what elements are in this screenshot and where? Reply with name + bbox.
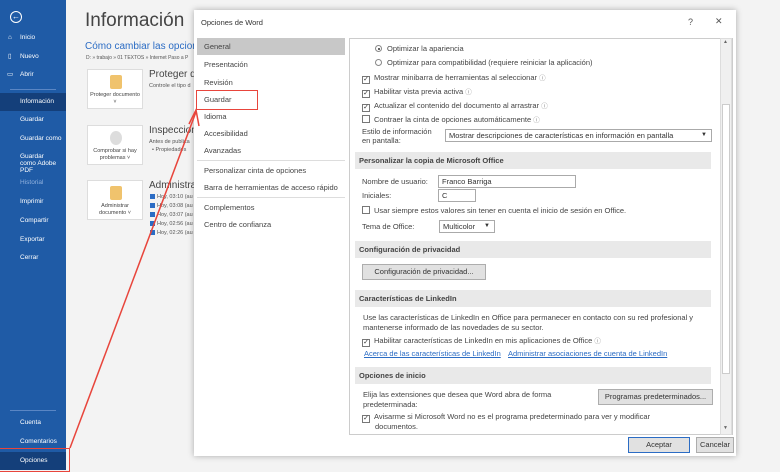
annotation-arrow xyxy=(69,107,200,449)
